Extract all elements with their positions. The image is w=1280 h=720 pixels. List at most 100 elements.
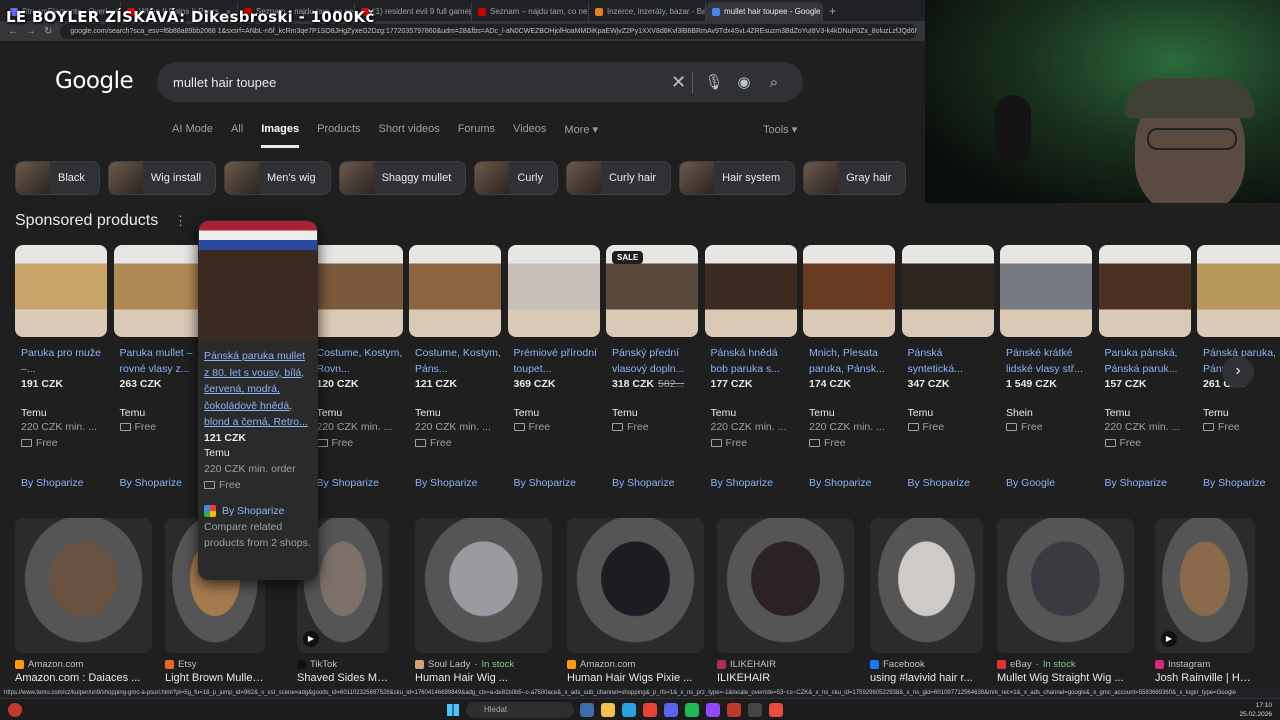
by-seller-link[interactable]: By Shoparize [1099,477,1167,489]
image-result[interactable]: eBay · In stock Mullet Wig Straight Wig ... [997,518,1134,684]
result-image[interactable] [870,518,983,653]
product-title-link[interactable]: Pánská hnědá bob paruka s... [705,345,797,377]
product-image[interactable] [507,245,600,337]
result-title-link[interactable]: Human Hair Wig ... [415,672,552,684]
chip-curly[interactable]: Curly [474,161,558,195]
more-options-icon[interactable]: ⋮ [174,213,187,229]
product-title-link[interactable]: Mnich, Plesata paruka, Pánsk... [803,345,895,377]
browser-tab[interactable]: Inzerce, inzeráty, bazar - Bazoš× [589,2,706,21]
product-image[interactable] [704,245,797,337]
result-image[interactable]: ▶ [1155,518,1255,653]
product-image[interactable] [199,221,317,341]
product-title-link[interactable]: Pánský přední vlasový dopln... [606,345,698,377]
chip-curly-hair[interactable]: Curly hair [565,161,672,195]
chrome-icon[interactable] [643,703,657,717]
product-card[interactable]: SALE Pánský přední vlasový dopln... 318 CZ… [606,245,698,500]
app-icon-red[interactable] [769,703,783,717]
product-title-link[interactable]: Paruka mullet – rovné vlasy z... [114,345,206,377]
product-title-link[interactable]: Pánské krátké lidské vlasy stř... [1000,345,1092,377]
tab-short-videos[interactable]: Short videos [379,123,440,148]
chip-black[interactable]: Black [15,161,100,195]
product-card[interactable]: Pánská hnědá bob paruka s... 177 CZK Temu 2… [704,245,797,500]
result-title-link[interactable]: using #lavivid hair r... [870,672,983,684]
result-title-link[interactable]: Josh Rainville | Hai... [1155,672,1255,684]
by-seller-link[interactable]: By Shoparize [803,477,871,489]
product-image[interactable] [1000,245,1092,337]
by-seller-link[interactable]: By Shoparize [508,477,576,489]
task-view-icon[interactable] [580,703,594,717]
product-card[interactable]: Paruka pro muže –... 191 CZK Temu 220 CZK m… [15,245,107,500]
by-seller-link[interactable]: By Shoparize [409,477,477,489]
taskbar-search[interactable]: Hledat [466,702,574,718]
product-image[interactable] [1098,245,1191,337]
product-card[interactable]: Costume, Kostym, Rovn... 120 CZK Temu 220 C… [310,245,403,500]
result-title-link[interactable]: Mullet Wig Straight Wig ... [997,672,1134,684]
result-title-link[interactable]: Human Hair Wigs Pixie ... [567,672,704,684]
tab-videos[interactable]: Videos [513,123,546,148]
windows-start-icon[interactable] [447,704,459,716]
google-logo[interactable]: Google [55,68,134,94]
product-title-link[interactable]: Prémiové přírodní toupet... [508,345,600,377]
image-result[interactable]: ▶ Instagram Josh Rainville | Hai... [1155,518,1255,684]
lens-camera-icon[interactable]: ◉ [729,73,759,91]
product-image[interactable] [113,245,206,337]
tab-more[interactable]: More ▾ [564,123,598,148]
by-seller-link[interactable]: By Shoparize [902,477,970,489]
by-seller-link[interactable]: By Shoparize [311,477,379,489]
result-image[interactable] [15,518,152,653]
image-result[interactable]: Soul Lady · In stock Human Hair Wig ... [415,518,552,684]
new-tab-icon[interactable]: + [829,2,836,21]
obs-icon[interactable] [727,703,741,717]
chip-shaggy-mullet[interactable]: Shaggy mullet [338,161,467,195]
image-result[interactable]: Amazon.com Human Hair Wigs Pixie ... [567,518,704,684]
product-image[interactable] [310,245,403,337]
chip-gray-hair[interactable]: Gray hair [803,161,907,195]
product-image[interactable] [15,245,107,337]
product-card[interactable]: Paruka mullet – rovné vlasy z... 263 CZK T… [113,245,206,500]
tab-all[interactable]: All [231,123,243,148]
result-title-link[interactable]: Amazon.com : Daiaces ... [15,672,152,684]
product-card[interactable]: Mnich, Plesata paruka, Pánsk... 174 CZK Te… [803,245,895,500]
spotify-icon[interactable] [685,703,699,717]
tab-products[interactable]: Products [317,123,360,148]
product-title-link[interactable]: Costume, Kostym, Páns... [409,345,501,377]
by-seller-link[interactable]: By Shoparize [705,477,773,489]
microphone-icon[interactable]: 🎙 [699,73,729,91]
search-icon[interactable]: ⌕ [759,74,789,91]
product-image[interactable] [409,245,501,337]
result-title-link[interactable]: ILIKEHAIR [717,672,854,684]
product-card[interactable]: Costume, Kostym, Páns... 121 CZK Temu 220 C… [409,245,501,500]
clear-icon[interactable]: ✕ [665,71,693,93]
edge-icon[interactable] [622,703,636,717]
by-seller-link[interactable]: By Shoparize [1197,477,1265,489]
result-image[interactable] [717,518,854,653]
by-seller-link[interactable]: By Shoparize [15,477,83,489]
product-image[interactable]: SALE [606,245,698,337]
browser-tab[interactable]: mullet hair toupee - Google Se× [706,2,823,21]
product-card[interactable]: Pánská syntetická... 347 CZK Temu Free By Sh… [901,245,994,500]
product-image[interactable] [1197,245,1280,337]
forward-icon[interactable]: → [26,26,36,37]
by-seller-link[interactable]: By Google [1000,477,1055,489]
product-image[interactable] [803,245,895,337]
result-image[interactable] [415,518,552,653]
product-card[interactable]: Prémiové přírodní toupet... 369 CZK Temu Fr… [507,245,600,500]
search-box[interactable]: mullet hair toupee ✕ 🎙 ◉ ⌕ [157,62,803,102]
product-card[interactable]: Paruka pánská, Pánská paruk... 157 CZK Tem… [1098,245,1191,500]
by-seller-link[interactable]: By Shoparize [114,477,182,489]
image-result[interactable]: Amazon.com Amazon.com : Daiaces ... [15,518,152,684]
clock[interactable]: 17:10 25.02.2026 [1239,701,1272,719]
by-seller-link[interactable]: By Shoparize [606,477,674,489]
file-explorer-icon[interactable] [601,703,615,717]
result-image[interactable] [567,518,704,653]
browser-tab[interactable]: Seznam – najdu tam, co nezná× [472,2,589,21]
by-shoparize-link[interactable]: By Shoparize [198,493,318,519]
product-title-link[interactable]: Paruka pro muže –... [15,345,107,377]
product-card[interactable]: Pánské krátké lidské vlasy stř... 1 549 C… [1000,245,1092,500]
product-title-link[interactable]: Paruka pánská, Pánská paruk... [1099,345,1191,377]
tools-menu[interactable]: Tools ▾ [763,123,797,136]
discord-icon[interactable] [664,703,678,717]
chip-men-s-wig[interactable]: Men's wig [224,161,331,195]
twitch-icon[interactable] [706,703,720,717]
back-icon[interactable]: ← [8,26,18,37]
